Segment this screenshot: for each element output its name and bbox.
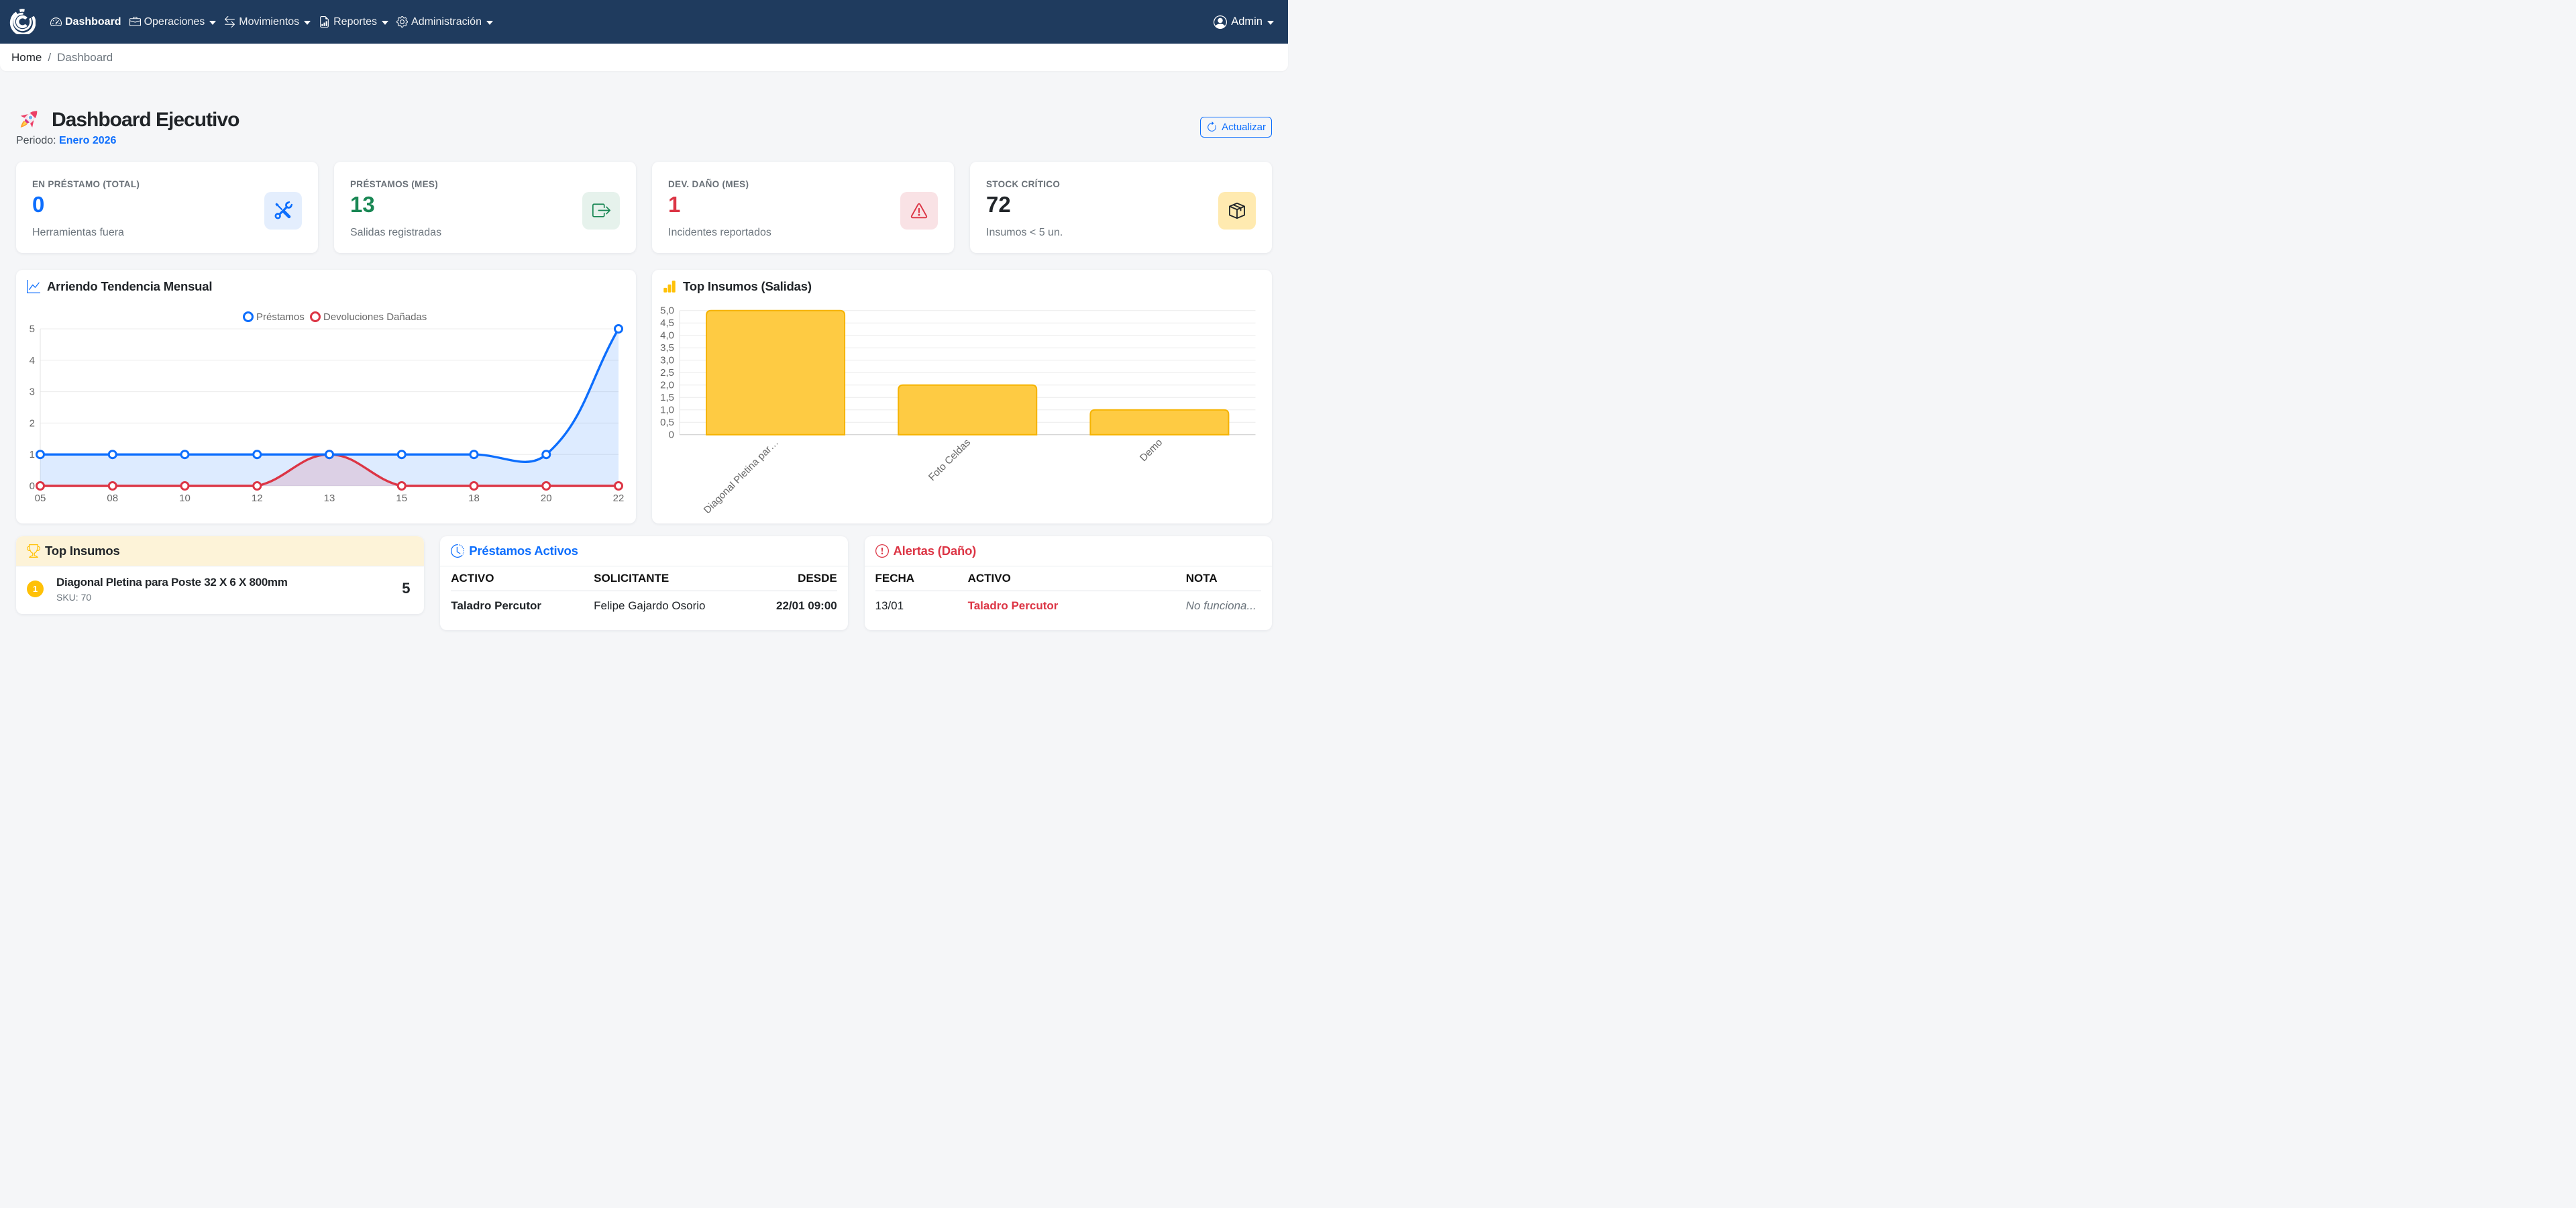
svg-text:20: 20	[541, 493, 552, 504]
svg-text:13: 13	[324, 493, 335, 504]
svg-text:2: 2	[30, 417, 35, 429]
svg-text:0: 0	[30, 481, 35, 492]
svg-text:0: 0	[669, 429, 674, 440]
svg-text:Devoluciones Dañadas: Devoluciones Dañadas	[323, 311, 427, 323]
svg-text:4,0: 4,0	[660, 330, 674, 341]
svg-text:1,0: 1,0	[660, 404, 674, 415]
svg-text:4,5: 4,5	[660, 317, 674, 329]
svg-text:Demo: Demo	[1138, 436, 1165, 463]
svg-text:5,0: 5,0	[660, 305, 674, 316]
svg-text:1,5: 1,5	[660, 392, 674, 403]
svg-text:18: 18	[468, 493, 480, 504]
svg-text:4: 4	[30, 354, 35, 366]
svg-text:Foto Celdas: Foto Celdas	[926, 436, 973, 483]
svg-text:15: 15	[396, 493, 407, 504]
svg-text:22: 22	[613, 493, 625, 504]
svg-text:Préstamos: Préstamos	[256, 311, 305, 323]
svg-text:0,5: 0,5	[660, 417, 674, 428]
svg-text:2,5: 2,5	[660, 367, 674, 379]
svg-text:Diagonal Pletina par…: Diagonal Pletina par…	[702, 436, 781, 512]
svg-text:3,0: 3,0	[660, 354, 674, 366]
svg-text:3,5: 3,5	[660, 342, 674, 354]
svg-text:12: 12	[252, 493, 263, 504]
svg-text:3: 3	[30, 386, 35, 397]
svg-text:1: 1	[30, 449, 35, 460]
svg-text:2,0: 2,0	[660, 379, 674, 391]
svg-text:5: 5	[30, 323, 35, 335]
svg-text:10: 10	[179, 493, 191, 504]
svg-text:08: 08	[107, 493, 118, 504]
svg-text:05: 05	[35, 493, 46, 504]
